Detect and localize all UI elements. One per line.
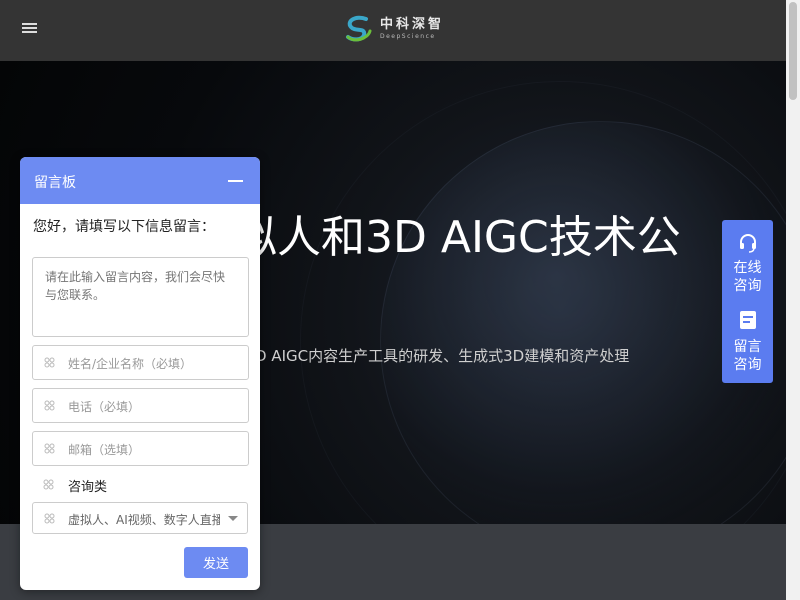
leave-message-label: 留言咨询 — [733, 339, 762, 373]
online-consult-button[interactable]: 在线咨询 — [722, 233, 773, 295]
email-placeholder: 邮箱（选填） — [68, 443, 141, 457]
leave-message-button[interactable]: 留言咨询 — [722, 310, 773, 374]
minimize-icon[interactable] — [228, 180, 243, 182]
message-board-header: 留言板 — [20, 157, 260, 204]
hero-title-text: 拟人和3D AIGC技术公 — [233, 212, 681, 259]
logo-mark-icon — [346, 15, 372, 42]
inquiry-type-label: 咨询类 — [68, 480, 108, 495]
send-button[interactable]: 发送 — [184, 547, 248, 578]
inquiry-type-select[interactable]: 虚拟人、AI视频、数字人直播/智能交互 — [32, 502, 248, 534]
field-icon — [43, 479, 54, 490]
scrollbar-thumb[interactable] — [789, 2, 797, 100]
inquiry-type-value: 虚拟人、AI视频、数字人直播/智能交互 — [68, 513, 220, 527]
company-logo[interactable]: 中科深智 DeepScience — [342, 12, 446, 46]
field-icon — [44, 400, 55, 411]
page-scrollbar[interactable] — [786, 0, 800, 600]
logo-chinese-text: 中科深智 — [380, 16, 445, 32]
message-board-title: 留言板 — [34, 175, 76, 191]
top-navigation-bar: 中科深智 DeepScience — [0, 0, 786, 61]
phone-placeholder: 电话（必填） — [68, 400, 141, 414]
inquiry-type-row: 咨询类 — [32, 474, 249, 496]
hero-subtitle-text: D AIGC内容生产工具的研发、生成式3D建模和资产处理 — [255, 347, 630, 365]
floating-contact-panel: 在线咨询 留言咨询 — [722, 220, 773, 383]
chevron-down-icon — [228, 516, 238, 521]
message-textarea[interactable] — [32, 257, 249, 337]
hamburger-menu-icon[interactable] — [22, 23, 38, 35]
name-company-field[interactable]: 姓名/企业名称（必填） — [32, 345, 249, 380]
phone-field[interactable]: 电话（必填） — [32, 388, 249, 423]
message-board-widget: 留言板 您好，请填写以下信息留言： 姓名/企业名称（必填） 电话（必填） 邮箱（… — [20, 157, 260, 590]
field-icon — [44, 443, 55, 454]
headset-icon — [739, 234, 756, 253]
field-icon — [44, 513, 55, 524]
field-icon — [44, 357, 55, 368]
logo-english-text: DeepScience — [380, 32, 436, 40]
name-company-placeholder: 姓名/企业名称（必填） — [68, 357, 193, 371]
document-icon — [739, 311, 756, 329]
online-consult-label: 在线咨询 — [733, 260, 762, 294]
message-board-intro: 您好，请填写以下信息留言： — [33, 219, 215, 235]
email-field[interactable]: 邮箱（选填） — [32, 431, 249, 466]
